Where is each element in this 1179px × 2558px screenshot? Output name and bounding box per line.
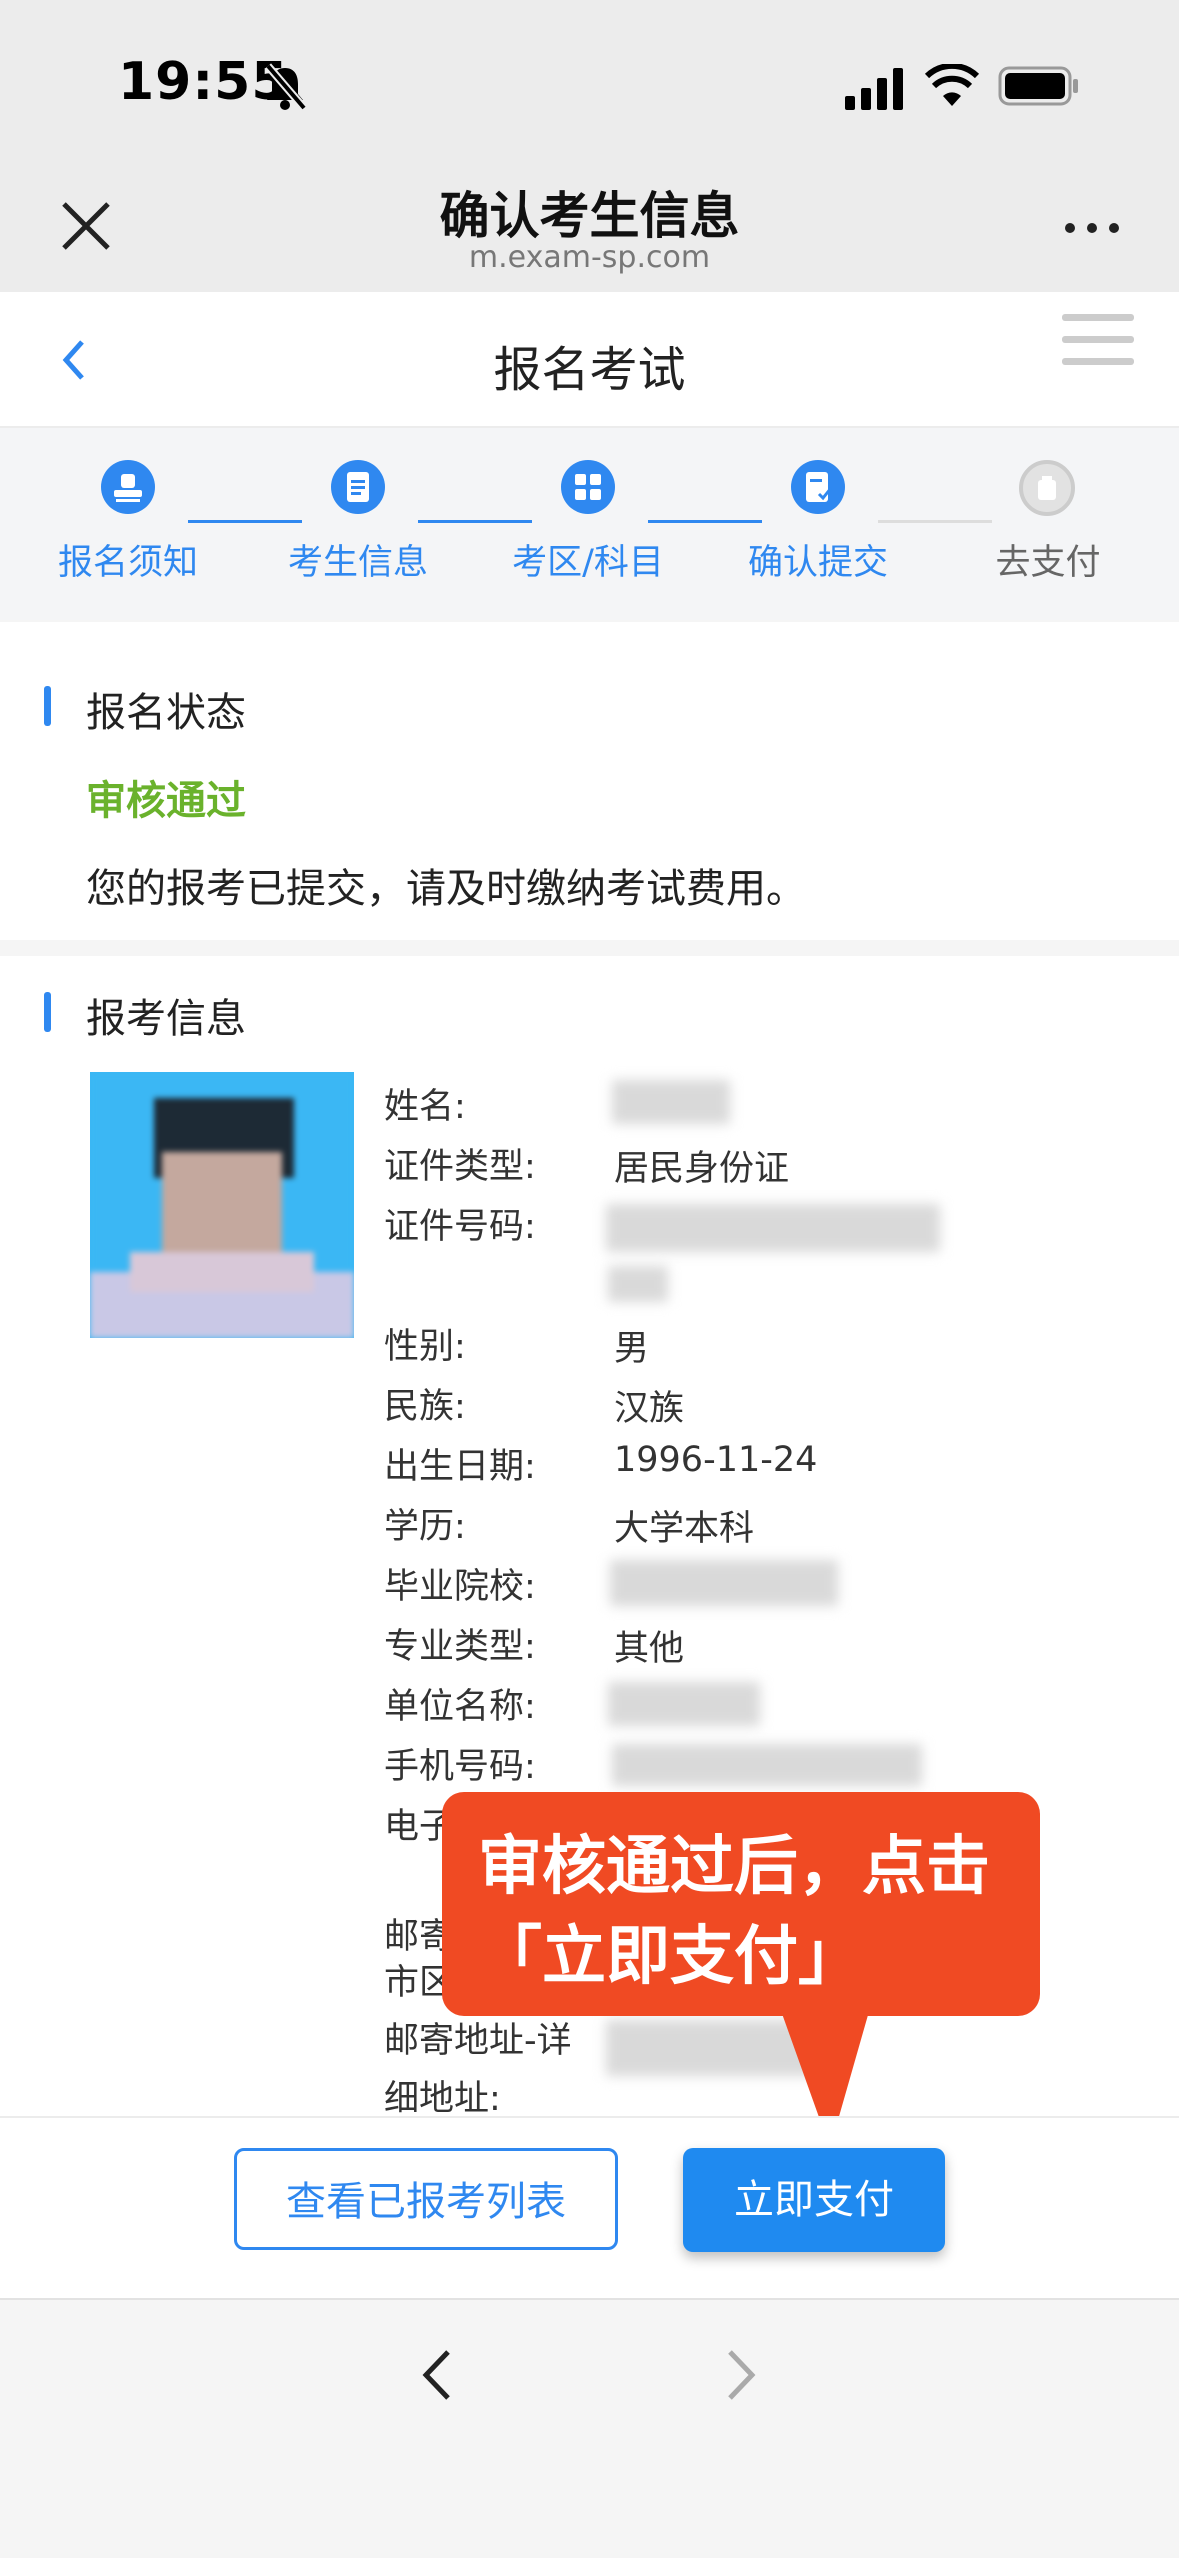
progress-steps	[0, 428, 1179, 620]
page-title: 确认考生信息	[439, 187, 740, 245]
field-label-mail-address: 邮寄地址-详 细地址:	[384, 2021, 572, 2119]
nav-forward-icon[interactable]	[714, 2346, 764, 2404]
redacted-employer	[608, 1682, 760, 1726]
redacted-id-number	[606, 1204, 940, 1252]
more-icon[interactable]	[1062, 218, 1122, 238]
step-label-pay: 去支付	[995, 543, 1101, 583]
field-label-id-number: 证件号码:	[384, 1207, 536, 1247]
step-connector	[878, 520, 992, 523]
signal-icon	[845, 68, 903, 110]
bell-muted-icon	[264, 63, 308, 111]
step-label-notice: 报名须知	[57, 543, 198, 583]
field-label-employer: 单位名称:	[384, 1687, 536, 1727]
document-icon	[331, 460, 385, 514]
nav-back-icon[interactable]	[414, 2346, 464, 2404]
step-label-confirm: 确认提交	[747, 543, 888, 583]
redacted-school	[610, 1560, 838, 1606]
callout-text: 审核通过后，点击「立即支付」	[478, 1830, 990, 1994]
page-url: m.exam-sp.com	[468, 240, 711, 275]
section-marker	[44, 992, 51, 1032]
step-connector	[418, 520, 532, 523]
field-value-education: 大学本科	[614, 1509, 755, 1549]
stamp-icon	[101, 460, 155, 514]
field-label-ethnicity: 民族:	[384, 1387, 466, 1427]
field-value-gender: 男	[614, 1329, 650, 1369]
field-label-school: 毕业院校:	[384, 1567, 536, 1607]
field-label-education: 学历:	[384, 1507, 466, 1547]
field-label-gender: 性别:	[384, 1327, 466, 1367]
grid-icon	[561, 460, 615, 514]
field-value-major-type: 其他	[614, 1629, 685, 1669]
status-title: 报名状态	[86, 690, 246, 736]
field-value-id-type: 居民身份证	[614, 1149, 790, 1189]
candidate-photo	[90, 1072, 354, 1338]
battery-icon	[998, 66, 1078, 106]
step-label-region: 考区/科目	[512, 543, 664, 583]
field-label-major-type: 专业类型:	[384, 1627, 536, 1667]
view-registered-list-button[interactable]: 查看已报考列表	[234, 2148, 618, 2250]
status-message: 您的报考已提交，请及时缴纳考试费用。	[86, 866, 806, 912]
redacted-id-number	[608, 1266, 668, 1302]
field-label-name: 姓名:	[384, 1087, 466, 1127]
browser-nav-bar	[0, 2298, 1179, 2558]
section-marker	[44, 686, 51, 726]
redacted-name	[612, 1080, 730, 1124]
field-label-phone: 手机号码:	[384, 1747, 536, 1787]
wifi-icon	[925, 64, 979, 106]
step-label-candidate: 考生信息	[287, 543, 428, 583]
pay-now-button[interactable]: 立即支付	[683, 2148, 945, 2252]
confirm-doc-icon	[791, 460, 845, 514]
field-label-birthdate: 出生日期:	[384, 1447, 536, 1487]
payment-bag-icon	[1019, 460, 1075, 516]
redacted-phone	[612, 1744, 922, 1786]
app-title: 报名考试	[493, 342, 686, 398]
status-badge: 审核通过	[86, 778, 246, 824]
field-label-id-type: 证件类型:	[384, 1147, 536, 1187]
field-value-birthdate: 1996-11-24	[614, 1440, 818, 1480]
field-value-ethnicity: 汉族	[614, 1389, 685, 1429]
step-connector	[648, 520, 762, 523]
info-title: 报考信息	[86, 996, 246, 1042]
step-connector	[188, 520, 302, 523]
menu-icon[interactable]	[1062, 312, 1134, 368]
